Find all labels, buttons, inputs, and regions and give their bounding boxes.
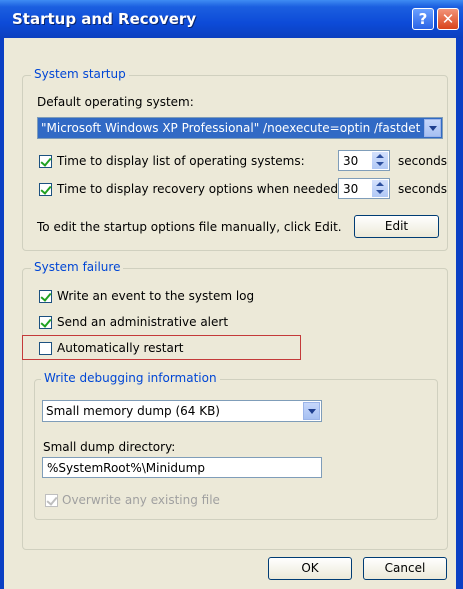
seconds-label: seconds — [398, 182, 448, 196]
auto-restart-checkbox[interactable] — [39, 342, 52, 355]
send-alert-label: Send an administrative alert — [57, 315, 229, 329]
debugging-legend: Write debugging information — [41, 371, 220, 385]
time-list-value: 30 — [343, 154, 359, 168]
overwrite-label: Overwrite any existing file — [62, 493, 220, 507]
dump-type-value: Small memory dump (64 KB) — [46, 404, 220, 418]
time-recovery-checkbox[interactable] — [39, 183, 52, 196]
title-bar[interactable]: Startup and Recovery ? ✕ — [0, 0, 463, 38]
send-alert-checkbox[interactable] — [39, 316, 52, 329]
dump-dir-label: Small dump directory: — [43, 440, 176, 454]
edit-note: To edit the startup options file manuall… — [37, 220, 342, 234]
dialog-body: System startup Default operating system:… — [4, 38, 456, 589]
ok-button[interactable]: OK — [268, 557, 352, 580]
default-os-label: Default operating system: — [37, 95, 194, 109]
default-os-value: "Microsoft Windows XP Professional" /noe… — [41, 121, 421, 135]
system-startup-legend: System startup — [31, 67, 129, 81]
time-recovery-value: 30 — [343, 182, 359, 196]
default-os-select[interactable]: "Microsoft Windows XP Professional" /noe… — [37, 117, 443, 139]
help-button[interactable]: ? — [412, 8, 434, 30]
time-recovery-spinner[interactable]: 30 — [338, 178, 390, 199]
time-list-spinner[interactable]: 30 — [338, 150, 390, 171]
dump-type-select[interactable]: Small memory dump (64 KB) — [42, 400, 322, 422]
write-event-checkbox[interactable] — [39, 290, 52, 303]
overwrite-checkbox[interactable] — [45, 494, 58, 507]
dump-dir-input[interactable]: %SystemRoot%\Minidump — [42, 457, 322, 478]
time-list-checkbox[interactable] — [39, 155, 52, 168]
startup-recovery-window: Startup and Recovery ? ✕ System startup … — [0, 0, 463, 589]
spinner-arrows-icon[interactable] — [372, 152, 388, 169]
time-recovery-label: Time to display recovery options when ne… — [57, 182, 343, 196]
seconds-label: seconds — [398, 154, 448, 168]
chevron-down-icon[interactable] — [424, 119, 441, 137]
time-list-label: Time to display list of operating system… — [57, 154, 305, 168]
close-button[interactable]: ✕ — [437, 8, 459, 30]
chevron-down-icon[interactable] — [303, 402, 320, 420]
edit-button[interactable]: Edit — [354, 215, 439, 238]
window-title: Startup and Recovery — [12, 10, 197, 28]
spinner-arrows-icon[interactable] — [372, 180, 388, 197]
auto-restart-label: Automatically restart — [57, 341, 184, 355]
system-failure-legend: System failure — [31, 260, 124, 274]
cancel-button[interactable]: Cancel — [363, 557, 447, 580]
write-event-label: Write an event to the system log — [57, 289, 255, 303]
dump-dir-value: %SystemRoot%\Minidump — [47, 461, 205, 475]
